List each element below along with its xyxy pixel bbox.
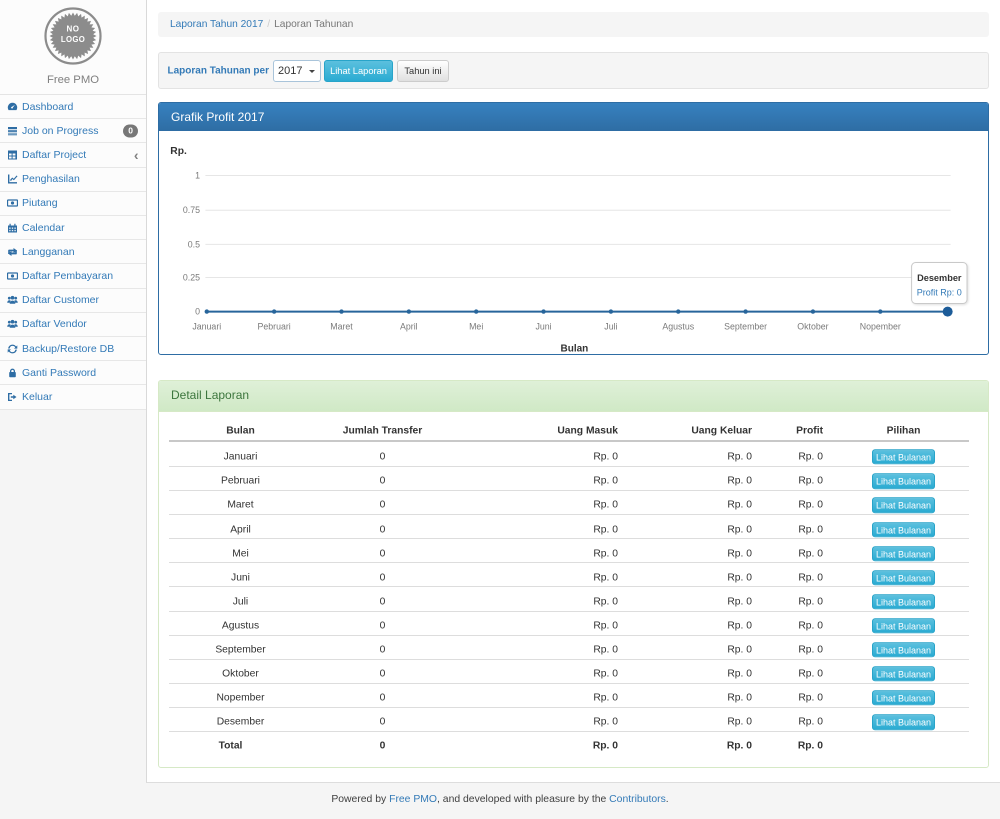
svg-text:April: April: [400, 321, 418, 331]
svg-text:September: September: [724, 321, 767, 331]
svg-text:Juni: Juni: [535, 321, 551, 331]
svg-text:Agustus: Agustus: [662, 321, 694, 331]
svg-text:Januari: Januari: [192, 321, 221, 331]
svg-text:0: 0: [195, 307, 200, 317]
svg-text:Pebruari: Pebruari: [258, 321, 291, 331]
svg-text:Mei: Mei: [469, 321, 483, 331]
svg-text:Maret: Maret: [330, 321, 353, 331]
svg-text:Rp.: Rp.: [170, 146, 187, 157]
svg-text:LOGO: LOGO: [61, 35, 85, 44]
svg-text:Profit Rp: 0: Profit Rp: 0: [917, 287, 962, 297]
svg-text:Desember: Desember: [917, 273, 962, 283]
svg-text:NO: NO: [67, 24, 80, 33]
svg-text:0.5: 0.5: [188, 239, 200, 249]
svg-text:0.75: 0.75: [183, 205, 200, 215]
svg-text:Bulan: Bulan: [561, 344, 589, 355]
svg-text:1: 1: [195, 171, 200, 181]
svg-text:Nopember: Nopember: [860, 321, 901, 331]
svg-text:0.25: 0.25: [183, 273, 200, 283]
svg-text:Juli: Juli: [604, 321, 617, 331]
svg-text:Oktober: Oktober: [797, 321, 828, 331]
